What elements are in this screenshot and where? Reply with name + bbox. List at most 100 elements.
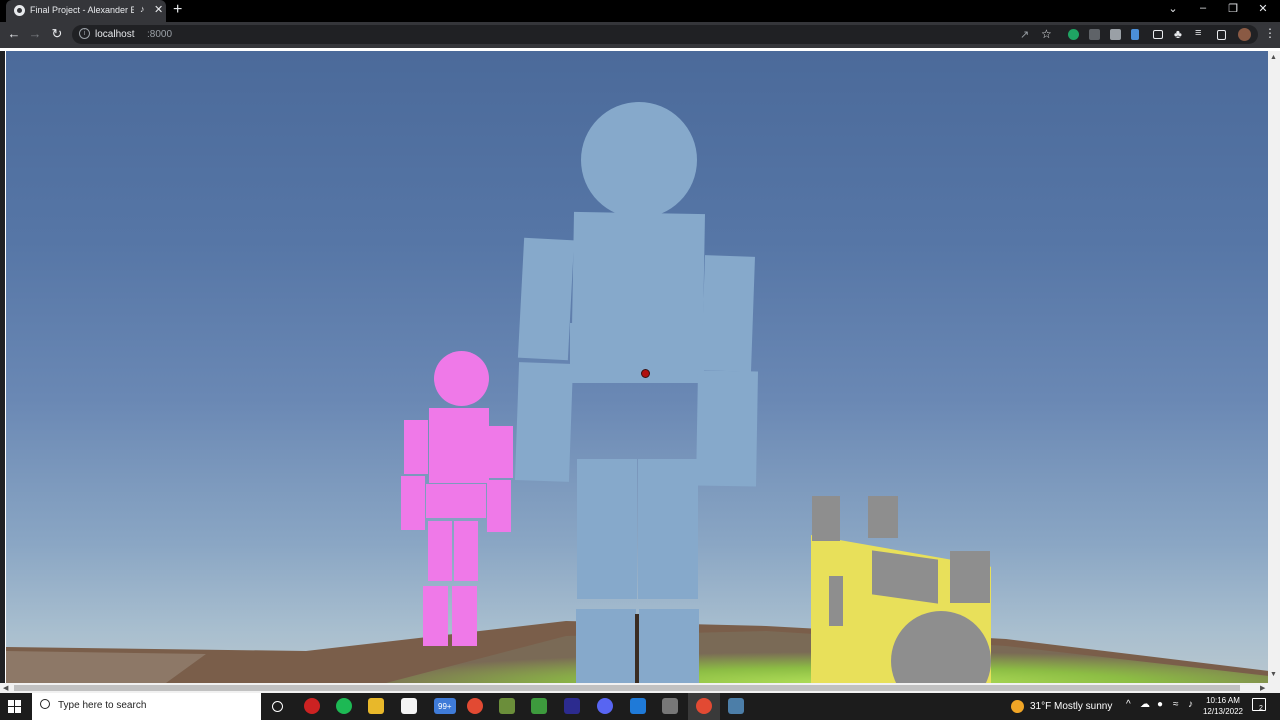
pink-figure-left-upper-arm [404,420,428,474]
window-close-icon[interactable]: ✕ [1252,2,1274,15]
pink-figure-hips [426,484,486,518]
clock-date: 12/13/2022 [1202,707,1244,716]
blue-figure-right-lower-arm [696,370,758,487]
cast-icon[interactable] [1153,30,1163,39]
pink-figure-head [434,351,489,406]
side-panel-icon[interactable] [1217,30,1226,40]
pink-figure-left-lower-arm [401,476,425,530]
blue-figure-right-thigh [638,459,698,599]
tab-search-icon[interactable]: ⌄ [1162,2,1184,15]
horizontal-scrollbar[interactable]: ◀ ▶ [0,683,1280,693]
close-tab-icon[interactable]: ✕ [154,3,163,16]
browser-toolbar: ← → ↻ i localhost :8000 ↗ ☆ ♣ ≡ ⋮ [0,22,1280,48]
weather-text[interactable]: 31°F Mostly sunny [1030,701,1112,712]
pink-figure-left-thigh [428,521,452,581]
game-canvas[interactable] [5,51,1269,683]
extension-icon-2[interactable] [1110,29,1121,40]
search-icon [40,699,50,709]
active-tab[interactable]: Final Project - Alexander Elg ♪ ✕ [6,0,166,22]
weapon-top-plate [872,550,938,604]
reload-icon[interactable]: ↻ [49,26,65,42]
wifi-icon[interactable]: ≈ [1173,699,1179,710]
blue-figure-left-lower-arm [514,362,574,482]
weapon-side-notch [829,576,843,626]
git-app-icon[interactable] [662,698,678,714]
weapon-left-prong [812,496,840,541]
windows-taskbar: Type here to search 99+ 31°F Mostly sunn… [0,693,1280,720]
onedrive-cloud-icon[interactable]: ☁ [1140,699,1150,710]
store-app-icon[interactable] [401,698,417,714]
snipping-app-icon[interactable] [728,698,744,714]
scroll-right-icon[interactable]: ▶ [1260,684,1265,692]
tray-chevron-icon[interactable]: ^ [1126,699,1131,710]
minecraft-app-icon[interactable] [499,698,515,714]
taskbar-search-box[interactable]: Type here to search [32,693,261,720]
puzzle-extensions-icon[interactable]: ♣ [1174,27,1182,41]
scroll-down-icon[interactable]: ▼ [1270,671,1277,678]
forward-arrow-icon[interactable]: → [27,26,43,41]
pink-figure-right-thigh [454,521,478,581]
pink-figure-right-lower-arm [487,480,511,532]
address-bar[interactable]: i localhost :8000 ↗ ☆ ♣ ≡ [72,25,1258,44]
bookmark-star-icon[interactable]: ☆ [1041,27,1052,41]
blue-figure-left-upper-arm [517,237,575,361]
blue-figure-head [581,102,697,218]
browser-tab-strip: Final Project - Alexander Elg ♪ ✕ + ⌄ – … [0,0,1280,22]
blue-figure-waist [570,323,704,383]
notification-center-icon[interactable]: 2 [1252,698,1266,712]
pink-figure-right-upper-arm [489,426,513,478]
blue-figure-left-shin [576,609,636,683]
microphone-icon[interactable]: ● [1157,699,1163,710]
taskbar-clock[interactable]: 10:16 AM 12/13/2022 [1201,695,1245,717]
tab-title: Final Project - Alexander Elg [30,5,134,15]
pink-figure-left-shin [423,586,448,646]
chrome-active-app-icon[interactable] [696,698,712,714]
profile-avatar[interactable] [1238,28,1251,41]
windows-start-icon[interactable] [8,700,22,714]
volume-icon[interactable]: ♪ [1188,699,1193,710]
speaker-icon[interactable]: ♪ [140,4,145,14]
minimize-icon[interactable]: – [1192,2,1214,14]
cortana-icon[interactable] [272,701,283,712]
discord-app-icon[interactable] [597,698,613,714]
kebab-menu-icon[interactable]: ⋮ [1264,26,1276,40]
scroll-up-icon[interactable]: ▲ [1270,54,1277,61]
weapon-right-block [950,551,990,603]
url-port: :8000 [147,29,173,40]
extension-icon[interactable] [1089,29,1100,40]
blue-figure-right-shin [639,609,699,683]
vertical-scrollbar[interactable]: ▲ ▼ [1268,51,1280,683]
clock-time: 10:16 AM [1206,696,1240,705]
back-arrow-icon[interactable]: ← [6,26,22,41]
weapon-mid-prong [868,496,898,538]
jetbrains-app-icon[interactable] [564,698,580,714]
blue-figure-left-thigh [577,459,637,599]
audio-extension-icon[interactable] [1131,29,1139,40]
horizontal-scroll-thumb[interactable] [14,685,1240,691]
share-icon[interactable]: ↗ [1020,28,1029,41]
obs-app-icon[interactable] [304,698,320,714]
file-explorer-icon[interactable] [368,698,384,714]
pink-figure-right-shin [452,586,477,646]
scroll-left-icon[interactable]: ◀ [3,684,8,692]
vscode-app-icon[interactable] [630,698,646,714]
restore-icon[interactable]: ❐ [1222,2,1244,15]
mail-badge: 99+ [438,702,452,711]
search-placeholder: Type here to search [58,700,147,711]
grammarly-extension-icon[interactable] [1068,29,1079,40]
mail-app-icon[interactable]: 99+ [434,698,456,714]
blue-figure-leg-gap [635,614,639,683]
reading-list-icon[interactable]: ≡ [1195,27,1201,39]
notification-count: 2 [1259,705,1263,712]
blue-figure-chest [572,211,705,330]
globe-icon [14,5,25,16]
spreadsheet-app-icon[interactable] [531,698,547,714]
crosshair [641,369,650,378]
info-icon[interactable]: i [79,28,90,39]
blue-figure-right-upper-arm [701,255,755,372]
spotify-app-icon[interactable] [336,698,352,714]
chrome-app-icon[interactable] [467,698,483,714]
url-host: localhost [95,29,135,40]
weather-sun-icon[interactable] [1011,700,1024,713]
new-tab-button[interactable]: + [173,1,182,19]
